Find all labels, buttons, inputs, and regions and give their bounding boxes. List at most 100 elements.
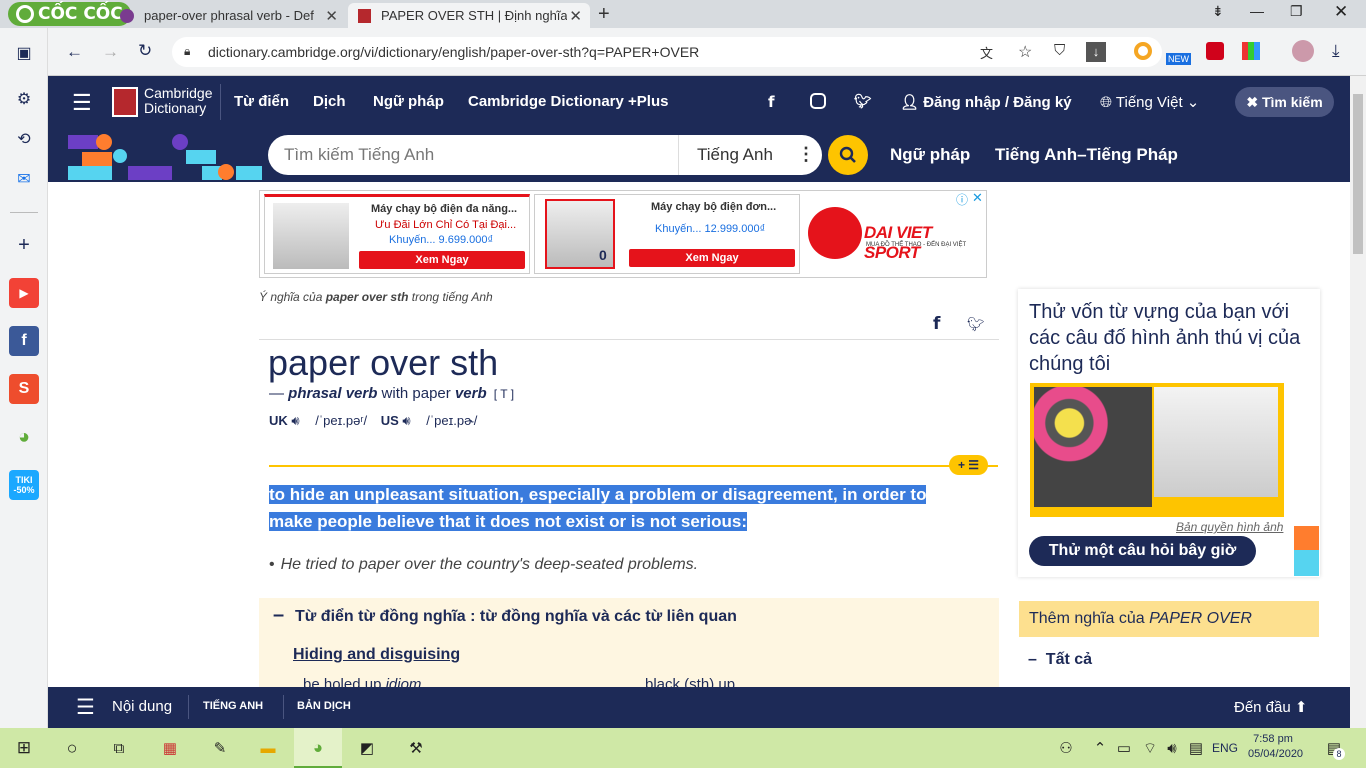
- chevron-down-icon: ⌄: [1182, 94, 1200, 111]
- history-icon[interactable]: ⟲: [9, 124, 39, 154]
- coccoc-news-icon[interactable]: ◕: [9, 422, 39, 452]
- sticky-notes-icon[interactable]: ◩: [355, 736, 379, 760]
- headword: paper over sth: [268, 342, 499, 383]
- dictionary-language-selector[interactable]: Tiếng Anh ⋮: [678, 135, 822, 175]
- instagram-icon[interactable]: [810, 93, 826, 109]
- hamburger-menu-icon[interactable]: ☰: [72, 90, 92, 116]
- contents-link[interactable]: Nội dung: [112, 698, 172, 715]
- back-to-top-link[interactable]: Đến đầu ⬆: [1234, 698, 1307, 716]
- site-header: ☰ Cambridge Dictionary Từ điển Dịch Ngữ …: [48, 76, 1350, 128]
- settings-gear-icon[interactable]: ⚙: [9, 84, 39, 114]
- collapse-icon[interactable]: –: [273, 604, 284, 627]
- add-app-icon[interactable]: +: [9, 230, 39, 260]
- nav-dictionary[interactable]: Từ điển: [234, 93, 289, 110]
- tab-english[interactable]: TIẾNG ANH: [203, 700, 263, 712]
- sidebar-toggle-icon[interactable]: ▣: [9, 38, 39, 68]
- file-explorer-icon[interactable]: ▬: [256, 736, 280, 760]
- site-logo[interactable]: Cambridge Dictionary: [144, 86, 212, 116]
- language-selector[interactable]: 🌐︎ Tiếng Việt ⌄: [1100, 93, 1199, 111]
- advertisement[interactable]: Máy chạy bộ điện đa năng... Ưu Đãi Lớn C…: [259, 190, 987, 278]
- close-tab-icon[interactable]: ✕: [569, 7, 582, 25]
- quiz-start-button[interactable]: Thử một câu hỏi bây giờ: [1029, 536, 1256, 566]
- tiki-icon[interactable]: TIKI -50%: [9, 470, 39, 500]
- download-arrow-icon[interactable]: ⤓: [1332, 41, 1340, 61]
- facebook-icon[interactable]: f: [9, 326, 39, 356]
- all-meanings-toggle[interactable]: – Tất cả: [1028, 651, 1092, 669]
- reload-icon[interactable]: ↻: [138, 41, 152, 61]
- show-hidden-icons[interactable]: ⌃: [1088, 736, 1112, 760]
- people-icon[interactable]: ⚇: [1054, 736, 1078, 760]
- battery-icon[interactable]: ▭: [1112, 736, 1136, 760]
- globe-icon: 🌐︎: [1100, 94, 1116, 111]
- more-meanings-header: Thêm nghĩa của PAPER OVER: [1019, 601, 1319, 637]
- search-toggle-button[interactable]: ✖ Tìm kiếm: [1235, 87, 1334, 117]
- us-audio-icon[interactable]: 🔊︎: [402, 413, 410, 428]
- taskbar-app-icon[interactable]: ▦: [158, 736, 182, 760]
- bookmark-star-icon[interactable]: ☆: [1018, 42, 1032, 62]
- volume-icon[interactable]: 🔊︎: [1160, 736, 1184, 760]
- tab-2[interactable]: PAPER OVER STH | Định nghĩa ✕: [348, 3, 590, 28]
- cortana-search-icon[interactable]: ○: [60, 736, 84, 760]
- input-language[interactable]: ENG: [1212, 741, 1238, 755]
- nav-english-french-link[interactable]: Tiếng Anh–Tiếng Pháp: [995, 145, 1178, 165]
- ad-view-button[interactable]: Xem Ngay: [359, 251, 525, 269]
- tab-1[interactable]: paper-over phrasal verb - Def ✕: [110, 3, 346, 28]
- tab-translation[interactable]: BẢN DỊCH: [297, 700, 351, 712]
- adchoices-icon[interactable]: ⓘ: [956, 191, 968, 208]
- share-facebook-icon[interactable]: f: [933, 314, 940, 334]
- new-tab-icon[interactable]: +: [598, 3, 610, 26]
- share-twitter-icon[interactable]: 🐦︎: [967, 316, 985, 333]
- shopee-icon[interactable]: S: [9, 374, 39, 404]
- close-ad-icon[interactable]: ✕: [972, 190, 983, 206]
- search-button[interactable]: [828, 135, 868, 175]
- ad-product-1[interactable]: Máy chạy bộ điện đa năng... Ưu Đãi Lớn C…: [264, 194, 530, 274]
- close-window-icon[interactable]: ✕: [1334, 2, 1348, 22]
- nav-translate[interactable]: Dịch: [313, 93, 346, 110]
- taskbar-tool-icon[interactable]: ⚒: [404, 736, 428, 760]
- thesaurus-link[interactable]: Hiding and disguising: [293, 646, 460, 664]
- close-tab-icon[interactable]: ✕: [325, 7, 338, 25]
- add-to-wordlist-button[interactable]: + ☰: [949, 455, 988, 475]
- ad-view-button[interactable]: Xem Ngay: [629, 249, 795, 267]
- windows-start-icon[interactable]: ⊞: [12, 736, 36, 760]
- definition: to hide an unpleasant situation, especia…: [269, 485, 927, 531]
- login-link[interactable]: 👤︎ Đăng nhập / Đăng ký: [900, 93, 1072, 111]
- nav-grammar[interactable]: Ngữ pháp: [373, 93, 444, 110]
- messenger-icon[interactable]: ✉: [9, 164, 39, 194]
- scrollbar-thumb[interactable]: [1353, 94, 1363, 254]
- taskbar-paint-icon[interactable]: ✎: [208, 736, 232, 760]
- ad-product-2[interactable]: 0 Máy chạy bộ điện đơn... Khuyến... 12.9…: [534, 194, 800, 274]
- page-scrollbar[interactable]: [1350, 76, 1366, 728]
- extension-icon[interactable]: [1134, 42, 1152, 60]
- new-badge[interactable]: NEW: [1166, 53, 1191, 65]
- shield-icon[interactable]: ⛉: [1054, 42, 1065, 59]
- coccoc-logo-icon: [16, 5, 34, 23]
- cambridge-favicon-icon: [358, 8, 371, 23]
- tab-bar: CỐC CỐC paper-over phrasal verb - Def ✕ …: [0, 0, 1366, 28]
- contents-menu-icon[interactable]: ☰: [76, 695, 95, 720]
- more-options-icon: ⋮: [797, 144, 815, 164]
- nav-grammar-link[interactable]: Ngữ pháp: [890, 145, 970, 165]
- keyboard-icon[interactable]: ▤: [1184, 736, 1208, 760]
- entry-content: Ý nghĩa của paper over sth trong tiếng A…: [259, 290, 999, 693]
- tab-search-icon[interactable]: ⇟: [1212, 3, 1224, 20]
- youtube-icon[interactable]: ▶: [9, 278, 39, 308]
- extension-color-icon[interactable]: [1242, 42, 1260, 60]
- task-view-icon[interactable]: ⧉: [107, 736, 131, 760]
- clock[interactable]: 7:58 pm 05/04/2020: [1248, 732, 1303, 762]
- url-field[interactable]: 🔒︎ dictionary.cambridge.org/vi/dictionar…: [172, 37, 1162, 67]
- uk-audio-icon[interactable]: 🔊︎: [291, 413, 299, 428]
- forward-icon[interactable]: →: [102, 42, 119, 62]
- twitter-icon[interactable]: 🐦︎: [854, 93, 872, 110]
- translate-icon[interactable]: 文: [980, 43, 993, 62]
- minimize-icon[interactable]: —: [1250, 3, 1264, 19]
- wifi-icon[interactable]: ⌔: [1138, 736, 1162, 760]
- search-input[interactable]: [284, 145, 664, 165]
- back-icon[interactable]: ←: [66, 42, 83, 62]
- facebook-icon[interactable]: f: [768, 93, 775, 111]
- coccoc-taskbar-icon[interactable]: ◕: [306, 736, 330, 760]
- maximize-icon[interactable]: ❐: [1290, 3, 1303, 20]
- extension-red-icon[interactable]: [1206, 42, 1224, 60]
- download-icon[interactable]: ↓: [1086, 42, 1106, 62]
- nav-plus[interactable]: Cambridge Dictionary +Plus: [468, 93, 668, 110]
